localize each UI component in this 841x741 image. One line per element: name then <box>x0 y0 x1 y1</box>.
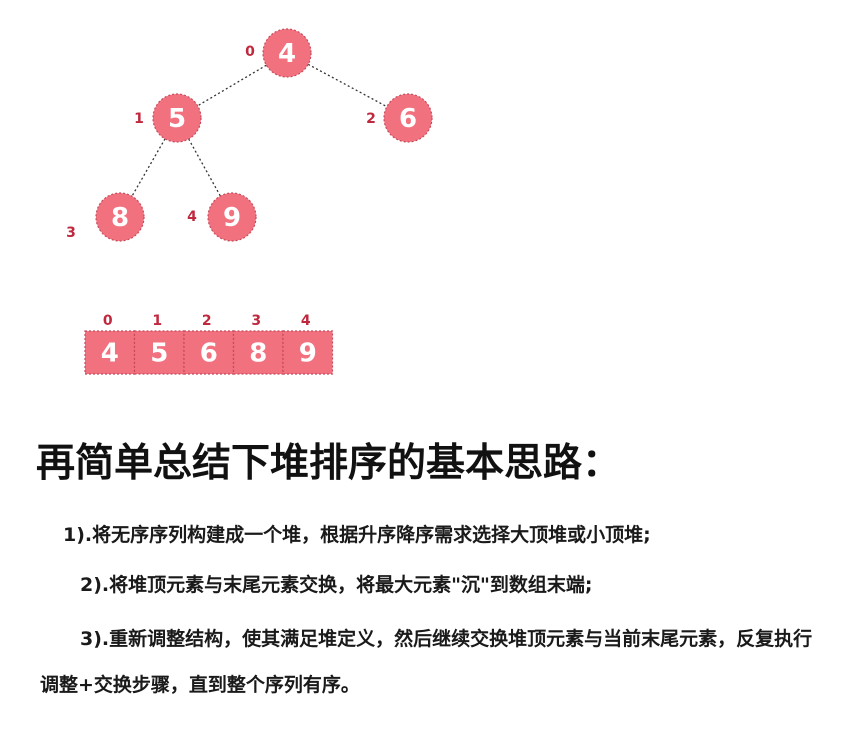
array-index-label: 2 <box>202 313 212 329</box>
array-index-label: 1 <box>152 313 162 329</box>
step-3: 3).重新调整结构，使其满足堆定义，然后继续交换堆顶元素与当前末尾元素，反复执行… <box>40 628 813 696</box>
tree-node-value: 8 <box>111 203 129 233</box>
tree-node-index: 0 <box>245 44 255 60</box>
array-cell: 83 <box>232 313 284 375</box>
array-index-label: 4 <box>301 313 311 329</box>
tree-edge <box>307 63 388 108</box>
array-cell-value: 9 <box>299 339 317 369</box>
tree-edge <box>197 64 267 107</box>
array-cells: 4051628394 <box>84 313 334 375</box>
array-cell: 94 <box>282 313 334 375</box>
tree-node: 51 <box>134 93 202 143</box>
tree-node-index: 3 <box>66 225 76 241</box>
array-cell-value: 8 <box>249 339 267 369</box>
summary-heading: 再简单总结下堆排序的基本思路： <box>36 441 622 486</box>
tree-node: 40 <box>245 28 312 78</box>
step-2: 2).将堆顶元素与末尾元素交换，将最大元素"沉"到数组末端; <box>80 574 593 596</box>
step-1: 1).将无序序列构建成一个堆，根据升序降序需求选择大顶堆或小顶堆; <box>63 524 651 546</box>
tree-node: 83 <box>66 192 145 242</box>
tree-node-value: 5 <box>168 104 186 134</box>
array-cell: 40 <box>84 313 136 375</box>
heap-diagram: 4051 6283 94 4051628394 <box>66 28 433 375</box>
tree-node-index: 1 <box>134 111 144 127</box>
tree-node-value: 9 <box>223 203 241 233</box>
array-cell-value: 5 <box>150 339 168 369</box>
array-cell: 51 <box>133 313 185 375</box>
array-index-label: 0 <box>103 313 113 329</box>
tree-edge <box>131 138 166 197</box>
tree-node: 94 <box>187 192 257 242</box>
tree-node-value: 4 <box>278 39 296 69</box>
tree-node-value: 6 <box>399 104 417 134</box>
tree-nodes: 4051 6283 94 <box>66 28 433 242</box>
array-cell-value: 6 <box>200 339 218 369</box>
tree-node-index: 4 <box>187 209 197 225</box>
array-cell-value: 4 <box>101 339 119 369</box>
array-index-label: 3 <box>251 313 261 329</box>
tree-node-index: 2 <box>366 111 376 127</box>
array-cell: 62 <box>183 313 235 375</box>
tree-edge <box>188 138 221 197</box>
